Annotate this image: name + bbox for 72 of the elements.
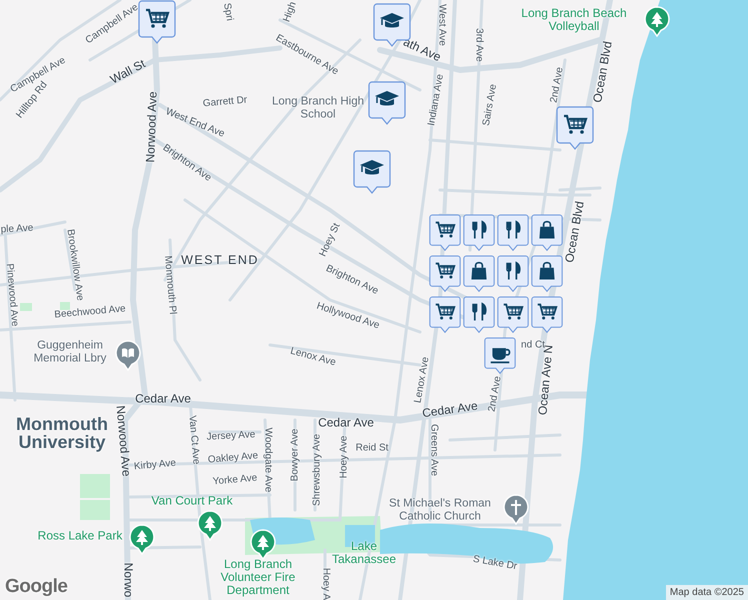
street-label: nd Ct bbox=[521, 340, 545, 350]
major-street-label: Norwo bbox=[121, 562, 135, 598]
district-label: WEST END bbox=[181, 254, 259, 268]
shopping-cart-marker-icon[interactable] bbox=[497, 296, 529, 335]
shopping-cart-marker-icon[interactable] bbox=[531, 296, 563, 335]
shopping-cart-marker-icon[interactable] bbox=[429, 255, 461, 294]
place-label: Long Branch High School bbox=[270, 95, 366, 121]
street-label: Greens Ave bbox=[428, 424, 440, 476]
street-label: Reid St bbox=[356, 442, 388, 454]
street-label: 2nd Ave bbox=[486, 375, 504, 413]
street-label: Pinewood Ave bbox=[4, 263, 20, 327]
major-street-label: Cedar Ave bbox=[318, 416, 374, 430]
park-label: Long Branch Volunteer Fire Department bbox=[220, 558, 296, 598]
major-street-label: Ocean Blvd bbox=[591, 40, 615, 104]
tree-marker-icon[interactable] bbox=[129, 524, 155, 555]
shopping-cart-marker-icon[interactable] bbox=[138, 0, 176, 46]
street-label: ple Ave bbox=[0, 222, 34, 236]
street-label: Spri bbox=[221, 2, 235, 22]
street-label: West Ave bbox=[436, 4, 448, 46]
street-label: Woodgate Ave bbox=[262, 428, 274, 492]
graduation-cap-marker-icon[interactable] bbox=[353, 150, 391, 196]
place-label: Guggenheim Memorial Lbry bbox=[32, 339, 108, 365]
street-label: Hoey A bbox=[320, 568, 332, 600]
major-street-label: Norwood Ave bbox=[144, 91, 160, 163]
street-label: Sairs Ave bbox=[480, 83, 500, 127]
fork-knife-marker-icon[interactable] bbox=[497, 214, 529, 253]
cup-marker-icon[interactable] bbox=[484, 337, 516, 376]
street-label: Hoey Ave bbox=[338, 436, 350, 478]
map-logo: Google bbox=[5, 576, 68, 598]
cross-marker-icon[interactable] bbox=[503, 494, 529, 525]
street-label: Brookwillow Ave bbox=[64, 228, 86, 302]
graduation-cap-marker-icon[interactable] bbox=[368, 81, 406, 127]
book-marker-icon[interactable] bbox=[115, 340, 141, 371]
major-street-label: Ocean Blvd bbox=[563, 200, 587, 264]
street-label: Oakley Ave bbox=[207, 450, 259, 466]
place-label: St Michael's Roman Catholic Church bbox=[388, 497, 492, 523]
street-label: Bowyer Ave bbox=[290, 428, 300, 482]
street-label: Lenox Ave bbox=[289, 346, 337, 368]
major-street-label: Norwood Ave bbox=[113, 404, 133, 478]
shopping-cart-marker-icon[interactable] bbox=[556, 106, 594, 152]
park-label: Van Court Park bbox=[151, 494, 233, 508]
park-label: Ross Lake Park bbox=[38, 529, 122, 543]
shopping-cart-marker-icon[interactable] bbox=[429, 214, 461, 253]
street-label: Monmouth Pl bbox=[162, 255, 178, 315]
bag-marker-icon[interactable] bbox=[531, 255, 563, 294]
major-street-label: Cedar Ave bbox=[135, 392, 191, 406]
tree-marker-icon[interactable] bbox=[644, 6, 670, 37]
street-label: S Lake Dr bbox=[472, 554, 518, 572]
street-label: Beechwood Ave bbox=[54, 303, 126, 321]
street-label: Jersey Ave bbox=[206, 429, 256, 443]
park-label: Lake Takanassee bbox=[330, 540, 398, 566]
attribution-text: Map data ©2025 bbox=[666, 585, 748, 600]
fork-knife-marker-icon[interactable] bbox=[497, 255, 529, 294]
fork-knife-marker-icon[interactable] bbox=[463, 214, 495, 253]
street-label: Kirby Ave bbox=[134, 458, 176, 472]
street-label: 3rd Ave bbox=[474, 28, 484, 62]
street-label: Hoey St bbox=[318, 222, 342, 258]
bag-marker-icon[interactable] bbox=[531, 214, 563, 253]
street-label: 2nd Ave bbox=[548, 66, 566, 104]
campus-label: Monmouth University bbox=[15, 415, 109, 451]
tree-marker-icon[interactable] bbox=[250, 529, 276, 560]
park-label: Long Branch Beach Volleyball bbox=[520, 6, 628, 34]
fork-knife-marker-icon[interactable] bbox=[463, 296, 495, 335]
bag-marker-icon[interactable] bbox=[463, 255, 495, 294]
shopping-cart-marker-icon[interactable] bbox=[429, 296, 461, 335]
street-label: Yorke Ave bbox=[212, 472, 258, 488]
street-label: Shrewsbury Ave bbox=[312, 434, 322, 506]
major-street-label: Wall St bbox=[108, 57, 148, 87]
street-label: High bbox=[281, 0, 299, 24]
tree-marker-icon[interactable] bbox=[197, 510, 223, 541]
street-label: Van Ct Ave bbox=[186, 415, 202, 465]
street-label: Indiana Ave bbox=[426, 73, 446, 127]
